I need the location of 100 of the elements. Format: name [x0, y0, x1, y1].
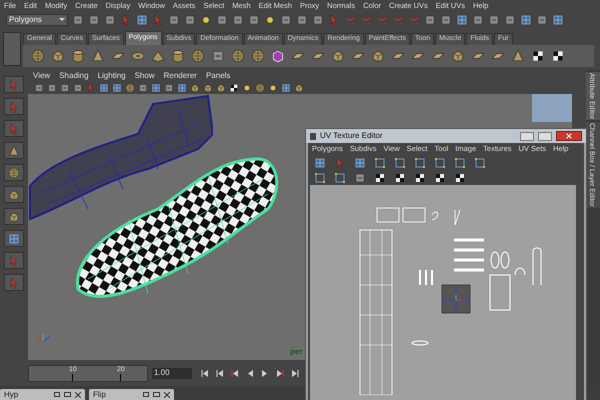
viewport-menu-item[interactable]: Panels [206, 70, 230, 82]
tool-button[interactable] [4, 252, 24, 269]
sphere-icon[interactable] [125, 82, 135, 92]
arrow-cursor-icon[interactable] [152, 14, 164, 26]
arrow-cursor-icon[interactable] [86, 82, 96, 92]
checker-icon[interactable] [434, 172, 446, 184]
tool-icon[interactable] [536, 14, 548, 26]
viewport-menu-item[interactable]: Lighting [98, 70, 126, 82]
dot-icon[interactable] [242, 82, 252, 92]
cube-icon[interactable] [51, 49, 65, 63]
grid-icon[interactable] [177, 82, 187, 92]
tool-button[interactable] [4, 142, 24, 159]
tool-icon[interactable] [138, 82, 148, 92]
tool-icon[interactable] [211, 49, 225, 63]
uv-grid-icon[interactable] [334, 172, 346, 184]
viewport-menu-item[interactable]: Renderer [164, 70, 197, 82]
tool-icon[interactable] [280, 14, 292, 26]
grid-icon[interactable] [314, 156, 326, 168]
viewport-menu-item[interactable]: Show [134, 70, 155, 82]
cube-icon[interactable] [371, 49, 385, 63]
arrow-cursor-icon[interactable] [120, 14, 132, 26]
grid-icon[interactable] [354, 156, 366, 168]
grid-icon[interactable] [552, 14, 564, 26]
sphere-icon[interactable] [191, 49, 205, 63]
tool-button[interactable] [4, 76, 24, 93]
maximize-icon[interactable] [64, 392, 71, 397]
shelf-handle[interactable] [3, 32, 21, 66]
minimized-window[interactable]: Flip [89, 389, 174, 400]
uv-grid-icon[interactable] [394, 156, 406, 168]
checker-icon[interactable] [454, 172, 466, 184]
tool-icon[interactable] [184, 14, 196, 26]
tool-icon[interactable] [88, 14, 100, 26]
tool-button[interactable] [4, 230, 24, 247]
step-back-icon[interactable] [215, 368, 225, 378]
grid-icon[interactable] [151, 82, 161, 92]
tool-icon[interactable] [168, 14, 180, 26]
sphere-icon[interactable] [31, 49, 45, 63]
step-back-icon[interactable] [200, 368, 210, 378]
tool-icon[interactable] [232, 14, 244, 26]
tool-button[interactable] [4, 164, 24, 181]
pyramid-icon[interactable] [151, 49, 165, 63]
tool-icon[interactable] [73, 82, 83, 92]
grid-icon[interactable] [520, 14, 532, 26]
tool-icon[interactable] [504, 14, 516, 26]
checker-icon[interactable] [531, 49, 545, 63]
cone-icon[interactable] [91, 49, 105, 63]
cube-icon[interactable] [294, 82, 304, 92]
tool-icon[interactable] [488, 14, 500, 26]
uv-grid-icon[interactable] [414, 156, 426, 168]
sphere-icon[interactable] [255, 82, 265, 92]
tool-button[interactable] [4, 186, 24, 203]
tool-icon[interactable] [424, 14, 436, 26]
step-forward-icon[interactable] [290, 368, 300, 378]
grid-icon[interactable] [281, 82, 291, 92]
cylinder-icon[interactable] [71, 49, 85, 63]
arrow-cursor-icon[interactable] [328, 14, 340, 26]
cube-icon[interactable] [216, 82, 226, 92]
tool-icon[interactable] [47, 82, 57, 92]
checker-icon[interactable] [551, 49, 565, 63]
cone-icon[interactable] [511, 49, 525, 63]
maximize-button[interactable] [538, 132, 552, 140]
grid-icon[interactable] [112, 82, 122, 92]
cylinder-icon[interactable] [171, 49, 185, 63]
minimize-button[interactable] [520, 132, 534, 140]
grid-icon[interactable] [99, 82, 109, 92]
grid-icon[interactable] [136, 14, 148, 26]
tool-icon[interactable] [104, 14, 116, 26]
arrow-cursor-icon[interactable] [334, 156, 346, 168]
dot-icon[interactable] [268, 82, 278, 92]
tool-icon[interactable] [34, 82, 44, 92]
tool-icon[interactable] [164, 82, 174, 92]
tool-button[interactable] [4, 274, 24, 291]
restore-icon[interactable] [54, 392, 60, 397]
tool-icon[interactable] [440, 14, 452, 26]
tool-icon[interactable] [216, 14, 228, 26]
checker-icon[interactable] [414, 172, 426, 184]
mode-dropdown[interactable]: Polygons [6, 14, 68, 26]
sphere-icon[interactable] [251, 49, 265, 63]
uv-grid-icon[interactable] [314, 172, 326, 184]
checker-icon[interactable] [374, 172, 386, 184]
uv-grid-icon[interactable] [454, 156, 466, 168]
sphere-icon[interactable] [231, 49, 245, 63]
close-icon[interactable] [75, 392, 81, 398]
tool-button[interactable] [4, 208, 24, 225]
tool-icon[interactable] [296, 14, 308, 26]
tool-icon[interactable] [248, 14, 260, 26]
tool-icon[interactable] [312, 14, 324, 26]
checker-icon[interactable] [229, 82, 239, 92]
close-icon[interactable] [164, 392, 170, 398]
minimized-window[interactable]: Hyp [0, 389, 85, 400]
uv-grid-icon[interactable] [434, 156, 446, 168]
tool-icon[interactable] [72, 14, 84, 26]
maximize-icon[interactable] [153, 392, 160, 397]
tool-icon[interactable] [60, 82, 70, 92]
cube-icon[interactable] [190, 82, 200, 92]
cube-icon[interactable] [451, 49, 465, 63]
tool-icon[interactable] [354, 172, 366, 184]
uv-grid-icon[interactable] [474, 156, 486, 168]
grid-icon[interactable] [456, 14, 468, 26]
step-forward-icon[interactable] [275, 368, 285, 378]
